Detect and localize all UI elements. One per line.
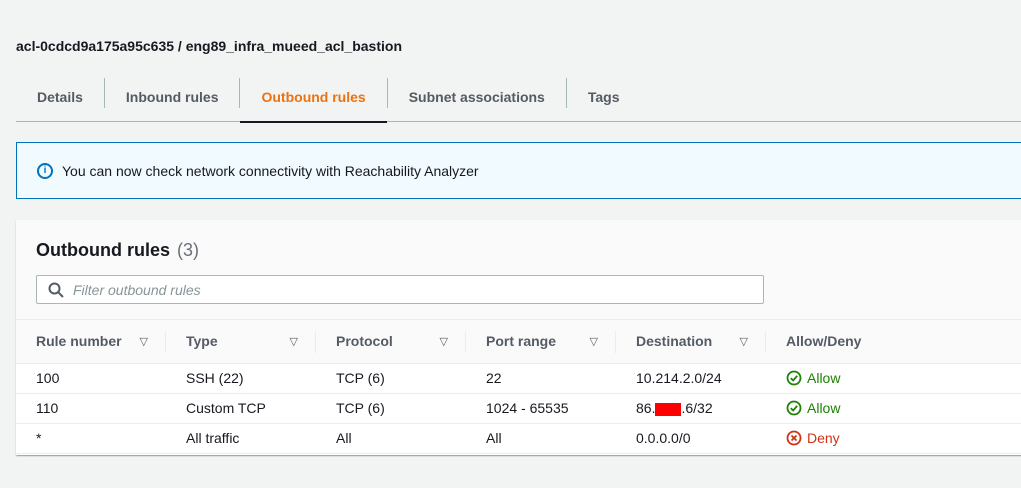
column-header-rule-number[interactable]: Rule number ▽: [16, 320, 166, 364]
cell-allow-deny: Allow: [766, 393, 1021, 424]
alert-text: You can now check network connectivity w…: [62, 162, 479, 179]
status-allow: Allow: [786, 400, 1021, 416]
table-row[interactable]: 110 Custom TCP TCP (6) 1024 - 65535 86..…: [16, 393, 1021, 424]
cell-port-range: All: [466, 423, 616, 454]
cell-destination: 0.0.0.0/0: [616, 423, 766, 454]
tab-details[interactable]: Details: [16, 72, 104, 121]
status-label: Deny: [807, 430, 840, 446]
check-circle-icon: [786, 370, 802, 386]
sort-icon[interactable]: ▽: [440, 335, 448, 348]
cell-port-range: 1024 - 65535: [466, 393, 616, 424]
destination-suffix: .6/32: [681, 400, 713, 416]
cell-protocol: TCP (6): [316, 363, 466, 394]
cell-destination: 10.214.2.0/24: [616, 363, 766, 394]
cell-rule-number: *: [16, 423, 166, 454]
column-header-label: Allow/Deny: [786, 333, 862, 350]
page-title: acl-0cdcd9a175a95c635 / eng89_infra_muee…: [16, 38, 402, 54]
column-header-destination[interactable]: Destination ▽: [616, 320, 766, 364]
check-circle-icon: [786, 400, 802, 416]
sort-icon[interactable]: ▽: [140, 335, 148, 348]
info-icon: i: [37, 162, 53, 179]
status-deny: Deny: [786, 430, 1021, 446]
x-circle-icon: [786, 430, 802, 446]
tab-outbound-rules[interactable]: Outbound rules: [240, 72, 387, 123]
cell-rule-number: 100: [16, 363, 166, 394]
table-row[interactable]: 100 SSH (22) TCP (6) 22 10.214.2.0/24 Al…: [16, 363, 1021, 394]
filter-box[interactable]: [36, 275, 764, 304]
cell-destination: 86. .6/32: [616, 393, 766, 424]
tab-bar: Details Inbound rules Outbound rules Sub…: [16, 72, 1021, 123]
cell-type: All traffic: [166, 423, 316, 454]
cell-port-range: 22: [466, 363, 616, 394]
container-title: Outbound rules (3): [36, 240, 199, 261]
cell-type: SSH (22): [166, 363, 316, 394]
rule-count: (3): [177, 240, 200, 260]
outbound-rules-container: Outbound rules (3) Rule number ▽ Type ▽ Pr…: [16, 220, 1021, 455]
container-header: Outbound rules (3): [16, 220, 1021, 320]
column-header-protocol[interactable]: Protocol ▽: [316, 320, 466, 364]
cell-type: Custom TCP: [166, 393, 316, 424]
cell-protocol: All: [316, 423, 466, 454]
cell-allow-deny: Allow: [766, 363, 1021, 394]
column-header-label: Rule number: [36, 333, 122, 350]
column-header-label: Protocol: [336, 333, 393, 350]
outbound-rules-table: Rule number ▽ Type ▽ Protocol ▽ Port range ▽…: [16, 320, 1021, 454]
status-label: Allow: [807, 400, 841, 416]
table-row[interactable]: * All traffic All All 0.0.0.0/0 Deny: [16, 423, 1021, 454]
status-allow: Allow: [786, 370, 1021, 386]
column-header-port-range[interactable]: Port range ▽: [466, 320, 616, 364]
column-header-label: Destination: [636, 333, 713, 350]
status-label: Allow: [807, 370, 841, 386]
cell-rule-number: 110: [16, 393, 166, 424]
container-title-text: Outbound rules: [36, 240, 170, 260]
sort-icon[interactable]: ▽: [290, 335, 298, 348]
tab-subnet-associations[interactable]: Subnet associations: [388, 72, 566, 121]
tab-inbound-rules[interactable]: Inbound rules: [105, 72, 240, 121]
destination-prefix: 86.: [636, 400, 656, 416]
sort-icon[interactable]: ▽: [590, 335, 598, 348]
cell-protocol: TCP (6): [316, 393, 466, 424]
column-header-label: Type: [186, 333, 218, 350]
sort-icon[interactable]: ▽: [740, 335, 748, 348]
cell-allow-deny: Deny: [766, 423, 1021, 454]
filter-input[interactable]: [73, 281, 733, 298]
column-header-allow-deny: Allow/Deny: [766, 320, 1021, 364]
search-icon: [48, 282, 64, 298]
column-header-label: Port range: [486, 333, 557, 350]
redaction-mark: [655, 402, 682, 416]
column-header-type[interactable]: Type ▽: [166, 320, 316, 364]
info-alert: i You can now check network connectivity…: [16, 142, 1021, 199]
tab-tags[interactable]: Tags: [567, 72, 641, 121]
